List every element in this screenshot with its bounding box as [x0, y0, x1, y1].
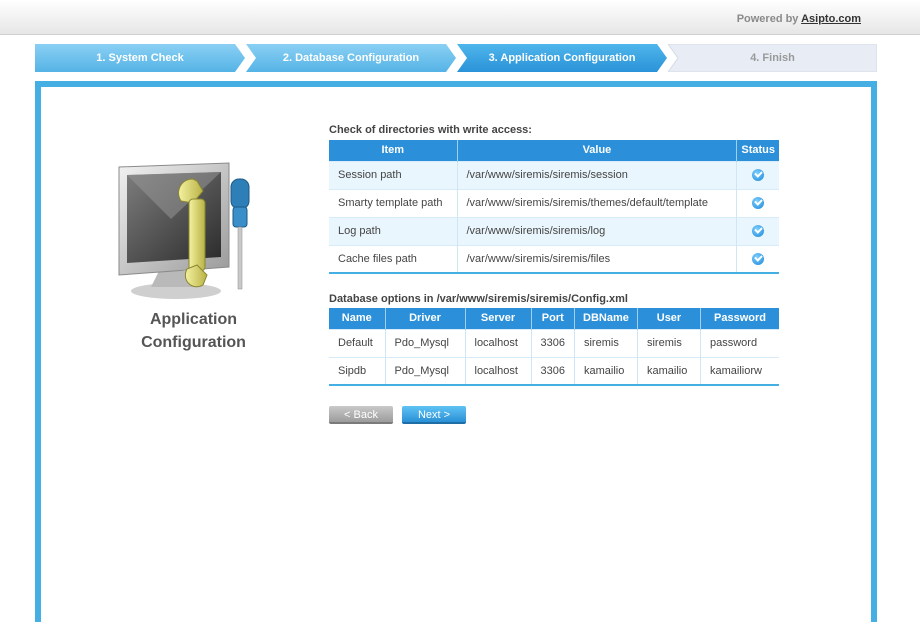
main-panel: Application Configuration Check of direc…	[35, 81, 877, 622]
item-cell: Smarty template path	[329, 188, 458, 217]
column-header: Name	[329, 308, 386, 329]
driver-cell: Pdo_Mysql	[385, 328, 466, 357]
table-row: Log path /var/www/siremis/siremis/log	[329, 216, 779, 245]
table-header-row: Item Value Status	[329, 140, 779, 161]
asipto-link[interactable]: Asipto.com	[801, 13, 861, 25]
user-cell: kamailio	[637, 356, 701, 385]
check-circle-icon	[752, 225, 765, 238]
column-header: Item	[329, 140, 458, 161]
table-row: Session path /var/www/siremis/siremis/se…	[329, 160, 779, 189]
status-cell	[736, 188, 779, 217]
driver-cell: Pdo_Mysql	[385, 356, 466, 385]
name-cell: Sipdb	[329, 356, 386, 385]
status-cell	[736, 160, 779, 189]
dbname-cell: kamailio	[574, 356, 638, 385]
check-circle-icon	[752, 252, 765, 265]
powered-by: Powered by Asipto.com	[737, 13, 861, 25]
column-header: Value	[457, 140, 738, 161]
step-system-check: 1. System Check	[35, 44, 245, 72]
password-cell: password	[700, 328, 779, 357]
title-line-2: Configuration	[141, 334, 246, 351]
dbname-cell: siremis	[574, 328, 638, 357]
value-cell: /var/www/siremis/siremis/files	[457, 244, 738, 273]
server-cell: localhost	[465, 356, 532, 385]
status-cell	[736, 216, 779, 245]
table-row: Smarty template path /var/www/siremis/si…	[329, 188, 779, 217]
value-cell: /var/www/siremis/siremis/themes/default/…	[457, 188, 738, 217]
column-header: Password	[700, 308, 779, 329]
port-cell: 3306	[531, 356, 575, 385]
top-bar: Powered by Asipto.com	[0, 0, 920, 35]
step-database-configuration: 2. Database Configuration	[246, 44, 456, 72]
step-label: 3. Application Configuration	[488, 52, 636, 64]
item-cell: Session path	[329, 160, 458, 189]
password-cell: kamailiorw	[700, 356, 779, 385]
back-button[interactable]: < Back	[329, 406, 393, 424]
column-header: User	[637, 308, 701, 329]
table-row: Cache files path /var/www/siremis/siremi…	[329, 244, 779, 273]
step-finish: 4. Finish	[668, 44, 877, 72]
column-header: Port	[531, 308, 575, 329]
title-line-1: Application	[149, 311, 238, 328]
step-label: 2. Database Configuration	[282, 52, 420, 64]
powered-prefix: Powered by	[736, 13, 799, 25]
column-header: Status	[736, 140, 779, 161]
column-header: Driver	[385, 308, 466, 329]
status-cell	[736, 244, 779, 273]
check-circle-icon	[752, 169, 765, 182]
computer-tools-icon	[118, 162, 250, 299]
step-application-configuration: 3. Application Configuration	[457, 44, 667, 72]
table-row: Default Pdo_Mysql localhost 3306 siremis…	[329, 328, 779, 357]
value-cell: /var/www/siremis/siremis/session	[457, 160, 738, 189]
step-label: 1. System Check	[96, 52, 184, 64]
table-row: Sipdb Pdo_Mysql localhost 3306 kamailio …	[329, 356, 779, 385]
directories-table: Item Value Status Session path /var/www/…	[329, 140, 779, 274]
column-header: Server	[465, 308, 532, 329]
database-caption: Database options in /var/www/siremis/sir…	[329, 293, 628, 305]
item-cell: Cache files path	[329, 244, 458, 273]
value-cell: /var/www/siremis/siremis/log	[457, 216, 738, 245]
port-cell: 3306	[531, 328, 575, 357]
step-label: 4. Finish	[750, 52, 795, 64]
server-cell: localhost	[465, 328, 532, 357]
wizard-steps: 1. System Check 2. Database Configuratio…	[35, 44, 877, 72]
item-cell: Log path	[329, 216, 458, 245]
column-header: DBName	[574, 308, 638, 329]
name-cell: Default	[329, 328, 386, 357]
table-header-row: Name Driver Server Port DBName User Pass…	[329, 308, 779, 329]
section-title: Application Configuration	[71, 308, 316, 354]
user-cell: siremis	[637, 328, 701, 357]
check-circle-icon	[752, 197, 765, 210]
database-table: Name Driver Server Port DBName User Pass…	[329, 308, 779, 386]
next-button[interactable]: Next >	[402, 406, 466, 424]
directories-caption: Check of directories with write access:	[329, 124, 532, 136]
